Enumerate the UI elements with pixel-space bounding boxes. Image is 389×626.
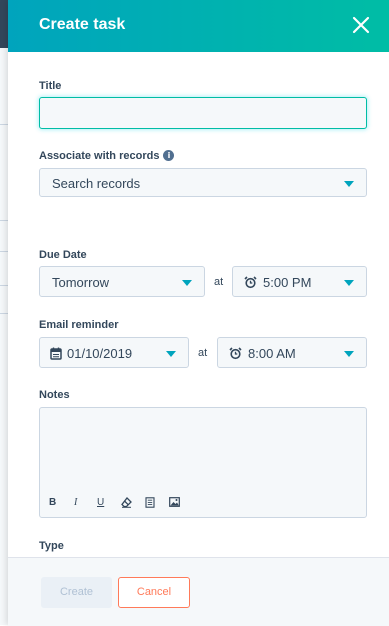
associate-label-text: Associate with records [39,150,160,162]
chevron-down-icon [344,280,354,286]
reminder-time-select[interactable]: 8:00 AM [217,337,367,368]
chevron-down-icon [166,351,176,357]
close-icon[interactable] [349,13,373,37]
alarm-clock-icon [229,347,242,360]
snippet-icon[interactable] [145,497,155,508]
chevron-down-icon [182,280,192,286]
chevron-down-icon [344,181,354,187]
background-nav-bar [0,0,8,48]
calendar-icon [50,347,62,360]
create-task-panel: Create task Title Associate with records… [8,0,389,626]
clear-format-icon[interactable] [121,497,132,508]
image-icon[interactable] [169,497,180,507]
associate-records-placeholder: Search records [52,176,141,191]
reminder-time-value: 8:00 AM [248,346,296,361]
associate-label: Associate with records i [39,150,175,162]
background-divider [0,251,8,252]
due-at-label: at [214,276,224,288]
italic-button[interactable]: I [74,497,77,508]
underline-button[interactable]: U [97,497,104,508]
background-divider [0,313,8,314]
notes-label: Notes [39,389,70,401]
title-input[interactable] [39,97,367,129]
type-label: Type [39,540,64,552]
panel-title: Create task [39,16,126,33]
background-divider [0,285,8,286]
panel-header: Create task [8,0,389,52]
background-divider [0,220,8,221]
chevron-down-icon [344,351,354,357]
create-button[interactable]: Create [41,577,112,608]
panel-footer: Create Cancel [8,557,389,626]
alarm-clock-icon [244,276,257,289]
due-date-label: Due Date [39,249,87,261]
reminder-date-select[interactable]: 01/10/2019 [39,337,189,368]
email-reminder-label: Email reminder [39,319,119,331]
notes-text[interactable] [50,416,356,486]
cancel-button[interactable]: Cancel [118,577,190,608]
due-time-value: 5:00 PM [263,275,312,290]
notes-editor[interactable]: B I U [39,407,367,518]
background-divider [0,124,8,125]
due-time-select[interactable]: 5:00 PM [232,266,367,297]
due-date-select[interactable]: Tomorrow [39,266,205,297]
title-label: Title [39,80,62,92]
due-date-value: Tomorrow [52,275,110,290]
info-icon[interactable]: i [163,150,175,161]
associate-records-select[interactable]: Search records [39,168,367,197]
reminder-at-label: at [198,347,208,359]
bold-button[interactable]: B [49,497,56,508]
reminder-date-value: 01/10/2019 [67,346,133,361]
